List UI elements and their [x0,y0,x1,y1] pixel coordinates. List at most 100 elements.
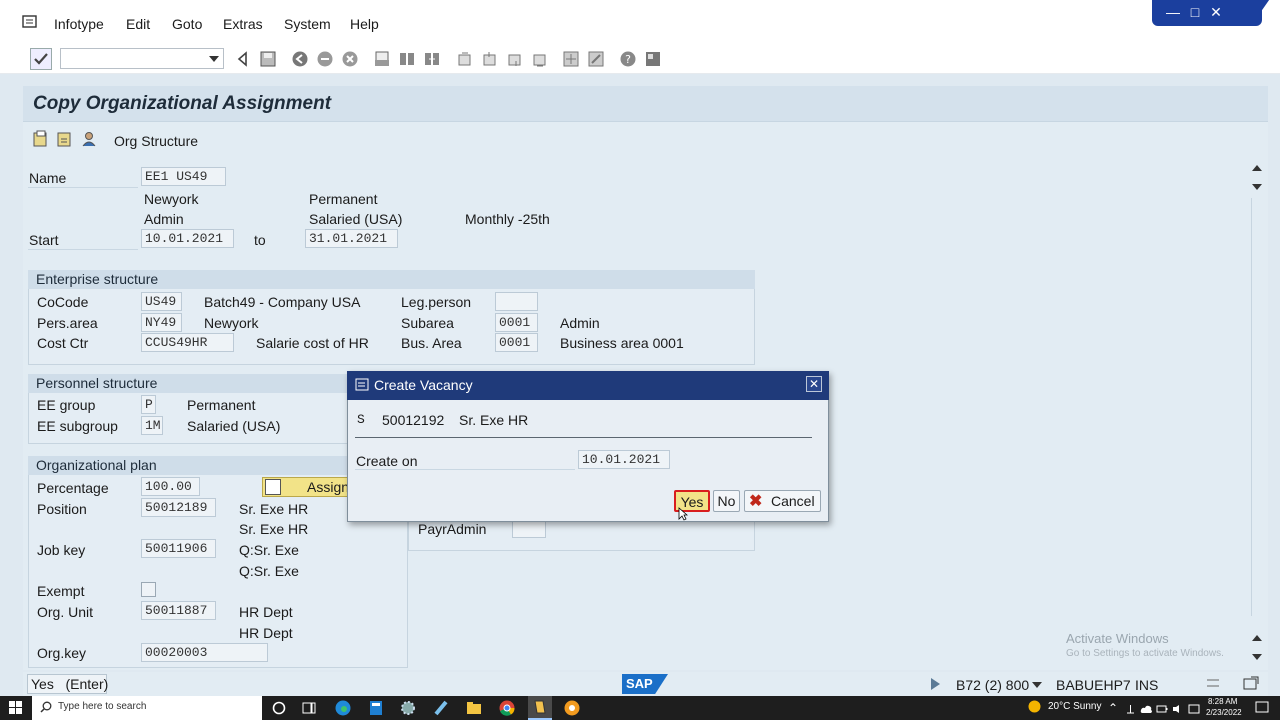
layout-icon[interactable] [1205,676,1221,690]
minimize-button[interactable]: — [1164,3,1182,21]
divider [28,187,138,188]
menu-extras[interactable]: Extras [223,16,263,32]
menu-edit[interactable]: Edit [126,16,150,32]
vertical-scrollbar[interactable] [1249,160,1265,666]
scroll-down-icon[interactable] [1252,184,1262,190]
cortana-icon[interactable] [270,699,288,717]
create-session-icon[interactable] [561,49,581,69]
shortcut-icon[interactable] [586,49,606,69]
orgkey-field[interactable]: 00020003 [141,643,268,662]
close-icon[interactable]: ✕ [806,376,822,392]
start-date-field[interactable]: 10.01.2021 [141,229,234,248]
volume-icon[interactable] [1172,702,1184,713]
costctr-text: Salarie cost of HR [256,335,369,351]
command-field[interactable] [60,48,224,69]
task-view-icon[interactable] [300,699,318,717]
object-text: Sr. Exe HR [459,412,529,428]
menu-help[interactable]: Help [350,16,379,32]
maximize-button[interactable]: □ [1186,3,1204,21]
legperson-field[interactable] [495,292,538,311]
no-button[interactable]: No [713,490,740,512]
find-icon[interactable] [397,49,417,69]
print-icon[interactable] [372,49,392,69]
calculator-icon[interactable] [367,699,385,717]
settings-gear-icon[interactable] [399,699,417,717]
cancel-button[interactable]: ✖ Cancel [744,490,821,512]
customize-layout-icon[interactable] [643,49,663,69]
payroll-area-text: Monthly -25th [465,211,550,227]
weather-sun-icon [1028,700,1041,713]
cloud-icon[interactable] [1140,702,1153,713]
exempt-checkbox[interactable] [141,582,156,597]
language-icon[interactable] [1188,702,1200,714]
busarea-field[interactable]: 0001 [495,333,538,352]
end-date-field[interactable]: 31.01.2021 [305,229,398,248]
notes-app-icon[interactable] [432,699,450,717]
start-label: Start [29,232,59,248]
recording-app-icon[interactable] [563,699,581,717]
menu-infotype[interactable]: Infotype [54,16,104,32]
system-dropdown-icon[interactable] [1032,682,1042,688]
play-icon[interactable] [931,678,940,690]
search-icon [40,701,52,713]
position-label: Position [37,501,87,517]
position-long-text: Sr. Exe HR [239,521,309,537]
find-next-icon[interactable] [422,49,442,69]
back-arrow-icon[interactable] [233,49,253,69]
scrollbar-thumb[interactable] [1251,198,1263,616]
scroll-up-bottom-icon[interactable] [1252,635,1262,641]
close-window-button[interactable]: ✕ [1207,3,1225,21]
costctr-field[interactable]: CCUS49HR [141,333,234,352]
edge-browser-icon[interactable] [334,699,352,717]
chevron-down-icon[interactable] [209,56,219,62]
persarea-field[interactable]: NY49 [141,313,182,332]
network-icon[interactable] [1126,702,1135,714]
percentage-field[interactable]: 100.00 [141,477,200,496]
subarea-field[interactable]: 0001 [495,313,538,332]
system-info: B72 (2) 800 [956,677,1030,693]
last-page-icon[interactable] [530,49,550,69]
first-page-icon[interactable] [455,49,475,69]
help-icon[interactable]: ? [618,49,638,69]
jobkey-field[interactable]: 50011906 [141,539,216,558]
jobkey-text: Q:Sr. Exe [239,542,299,558]
scroll-up-icon[interactable] [1252,165,1262,171]
orgunit-field[interactable]: 50011887 [141,601,216,620]
menu-goto[interactable]: Goto [172,16,202,32]
windows-start-icon[interactable] [9,701,22,714]
previous-page-icon[interactable] [480,49,500,69]
name-field[interactable]: EE1 US49 [141,167,226,186]
notification-icon[interactable] [1255,701,1269,714]
eesubgroup-field[interactable]: 1M [141,416,163,435]
cancel-icon[interactable] [340,49,360,69]
cocode-field[interactable]: US49 [141,292,182,311]
battery-icon[interactable] [1156,702,1168,713]
scroll-down-bottom-icon[interactable] [1252,654,1262,660]
eegroup-field[interactable]: P [141,395,156,414]
person-icon[interactable] [80,130,98,148]
position-field[interactable]: 50012189 [141,498,216,517]
file-explorer-icon[interactable] [465,699,483,717]
save-icon[interactable] [258,49,278,69]
activate-windows-subtitle: Go to Settings to activate Windows. [1066,648,1224,659]
status-menu-icon[interactable] [1242,675,1260,691]
sap-logon-taskbar-item[interactable] [528,696,552,720]
org-structure-button[interactable]: Org Structure [114,133,198,149]
cancel-x-icon: ✖ [749,493,763,510]
tray-chevron-up-icon[interactable]: ⌃ [1108,701,1118,715]
dialog-separator [355,437,812,438]
overview-document-icon[interactable] [56,130,74,148]
menu-system[interactable]: System [284,16,331,32]
dialog-menu-icon[interactable] [355,378,369,391]
menu-icon[interactable] [22,15,38,29]
chrome-browser-icon[interactable] [498,699,516,717]
search-placeholder: Type here to search [58,701,147,712]
enter-check-icon[interactable] [30,48,52,70]
costctr-label: Cost Ctr [37,335,89,351]
exit-icon[interactable] [315,49,335,69]
department-text: Admin [144,211,184,227]
next-page-icon[interactable] [505,49,525,69]
back-icon[interactable] [290,49,310,69]
copy-document-icon[interactable] [32,130,50,148]
create-on-field[interactable]: 10.01.2021 [578,450,670,469]
